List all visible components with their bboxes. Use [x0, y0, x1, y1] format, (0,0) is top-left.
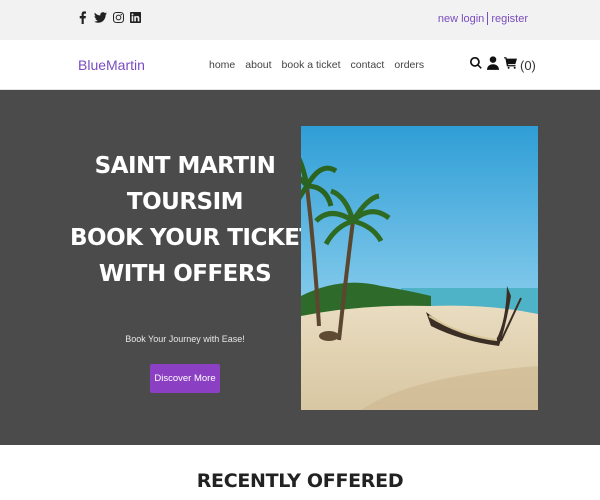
instagram-icon[interactable]: [113, 10, 124, 24]
linkedin-icon[interactable]: [130, 10, 141, 24]
section-title-recently-offered: RECENTLY OFFERED: [196, 470, 404, 492]
nav-menu: home about book a ticket contact orders: [209, 59, 424, 71]
nav-contact[interactable]: contact: [351, 59, 385, 71]
auth-links: new login register: [438, 12, 528, 25]
hero-subtitle: Book Your Journey with Ease!: [125, 334, 245, 344]
hero-section: SAINT MARTIN TOURSIM BOOK YOUR TICKET WI…: [0, 90, 600, 445]
register-link[interactable]: register: [491, 13, 528, 25]
hero-title-line: SAINT MARTIN: [94, 153, 276, 179]
user-icon[interactable]: [487, 56, 499, 75]
nav-home[interactable]: home: [209, 59, 235, 71]
facebook-icon[interactable]: [77, 10, 88, 24]
hero-title-line: TOURSIM: [126, 189, 244, 215]
new-login-link[interactable]: new login: [438, 13, 484, 25]
nav-orders[interactable]: orders: [394, 59, 424, 71]
discover-more-button[interactable]: Discover More: [150, 364, 220, 393]
auth-divider: [487, 12, 489, 25]
brand-logo[interactable]: BlueMartin: [78, 57, 145, 73]
hero-title: SAINT MARTIN TOURSIM BOOK YOUR TICKET WI…: [70, 148, 315, 292]
beach-boat-image: [301, 126, 538, 410]
nav-book-a-ticket[interactable]: book a ticket: [282, 59, 341, 71]
search-icon[interactable]: [470, 56, 482, 75]
nav-tools: (0): [470, 56, 536, 75]
twitter-icon[interactable]: [94, 10, 107, 24]
social-links: [77, 10, 141, 24]
hero-title-line: BOOK YOUR TICKET: [70, 225, 315, 251]
top-bar: new login register: [0, 0, 600, 40]
cart-count: (0): [520, 58, 536, 73]
main-navbar: BlueMartin home about book a ticket cont…: [0, 40, 600, 90]
cart-icon[interactable]: [504, 56, 517, 75]
nav-about[interactable]: about: [245, 59, 271, 71]
hero-title-line: WITH OFFERS: [98, 261, 272, 287]
